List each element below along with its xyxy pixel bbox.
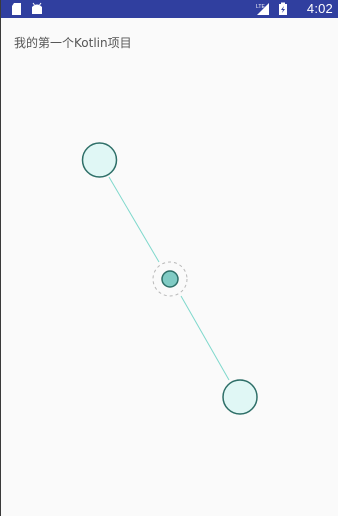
connector-line-top — [108, 176, 160, 263]
drag-canvas[interactable] — [1, 18, 338, 516]
status-time: 4:02 — [306, 1, 333, 16]
network-type-label: LTE — [256, 4, 265, 10]
top-endpoint-handle[interactable] — [81, 142, 118, 178]
status-left-icons — [12, 2, 42, 15]
bottom-endpoint-handle[interactable] — [222, 379, 258, 415]
status-right-icons: LTE — [256, 2, 287, 15]
screen: LTE 4:02 我的第一个Kotlin项目 — [0, 0, 338, 516]
signal-icon: LTE — [256, 3, 269, 15]
sd-card-icon — [12, 3, 21, 15]
android-icon — [32, 2, 42, 14]
status-bar: LTE 4:02 — [1, 0, 338, 18]
center-control-handle[interactable] — [161, 270, 179, 288]
battery-icon — [279, 2, 287, 15]
connector-line-bottom — [180, 295, 230, 381]
